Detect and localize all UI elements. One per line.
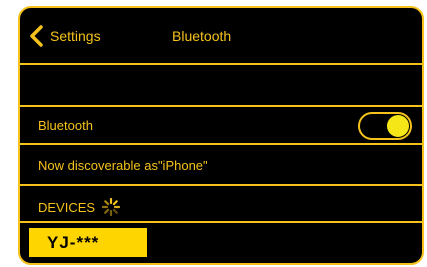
devices-header-row: DEVICES [20, 186, 422, 223]
device-name: YJ-*** [47, 232, 100, 252]
bluetooth-toggle[interactable] [358, 112, 412, 140]
bluetooth-toggle-row: Bluetooth [20, 107, 422, 145]
page-title: Bluetooth [172, 28, 232, 44]
back-label: Settings [50, 28, 101, 44]
spinner-icon [101, 197, 121, 217]
empty-row [20, 65, 422, 107]
device-item[interactable]: YJ-*** [29, 228, 147, 257]
devices-header-label: DEVICES [38, 199, 96, 215]
chevron-left-icon [30, 25, 43, 47]
discoverable-row: Now discoverable as"iPhone" [20, 145, 422, 186]
nav-bar: Settings Bluetooth [20, 8, 422, 65]
discoverable-text: Now discoverable as"iPhone" [38, 158, 208, 173]
bluetooth-label: Bluetooth [38, 118, 93, 133]
toggle-knob [387, 115, 409, 137]
bluetooth-settings-screen: Settings Bluetooth Bluetooth Now discove… [18, 6, 424, 265]
back-button[interactable]: Settings [28, 25, 101, 47]
devices-header: DEVICES [38, 197, 121, 217]
